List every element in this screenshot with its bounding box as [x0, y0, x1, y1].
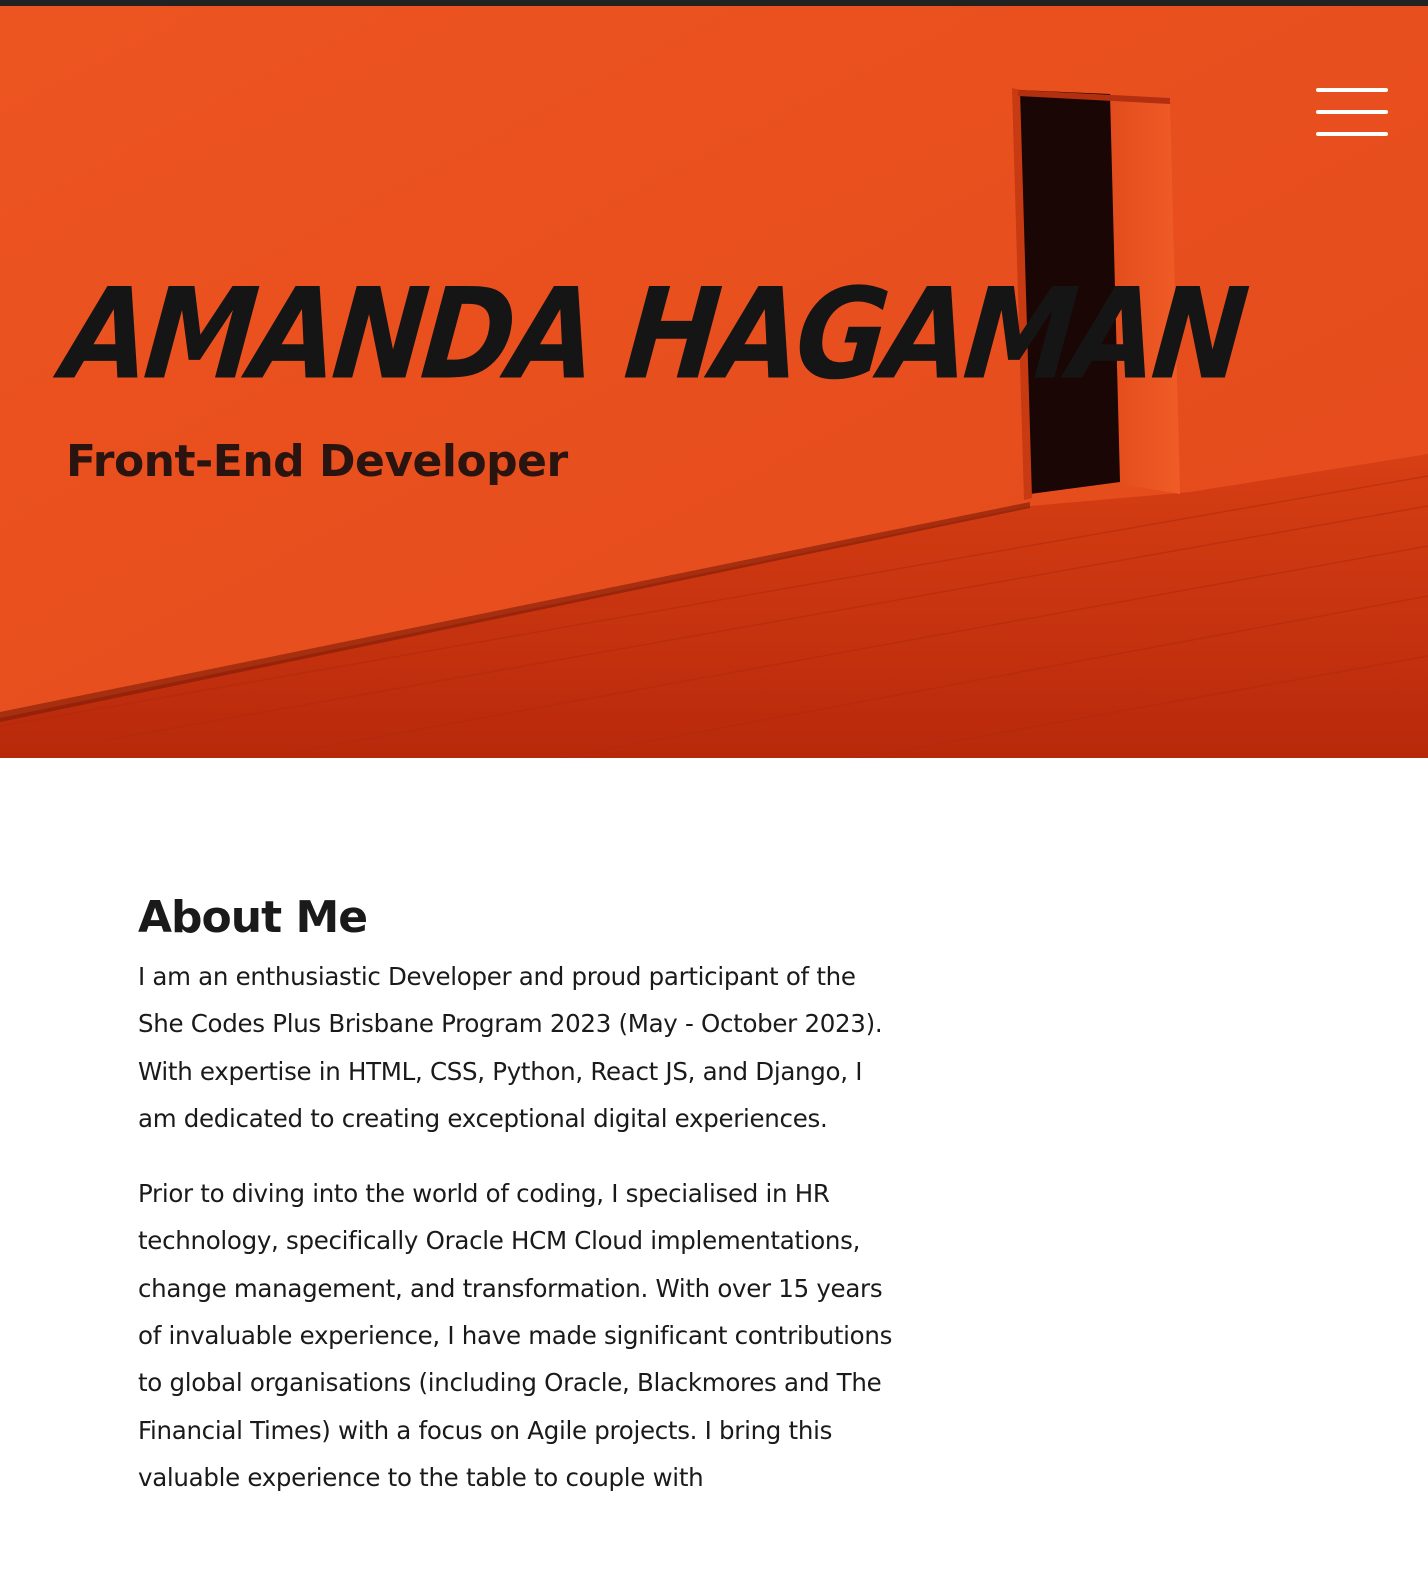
hero-banner: AMANDA HAGAMAN Front-End Developer	[0, 6, 1428, 758]
about-paragraph: I am an enthusiastic Developer and proud…	[138, 962, 883, 1133]
menu-button[interactable]	[1316, 88, 1388, 142]
about-heading: About Me	[138, 892, 368, 943]
hamburger-menu-icon-bar	[1316, 132, 1388, 136]
hero-role: Front-End Developer	[66, 436, 568, 487]
about-paragraph: Prior to diving into the world of coding…	[138, 1179, 893, 1492]
hamburger-menu-icon	[1316, 88, 1388, 92]
about-section: About Me I am an enthusiastic Developer …	[138, 892, 898, 1529]
hamburger-menu-icon-bar	[1316, 110, 1388, 114]
hero-name: AMANDA HAGAMAN	[57, 262, 1249, 408]
